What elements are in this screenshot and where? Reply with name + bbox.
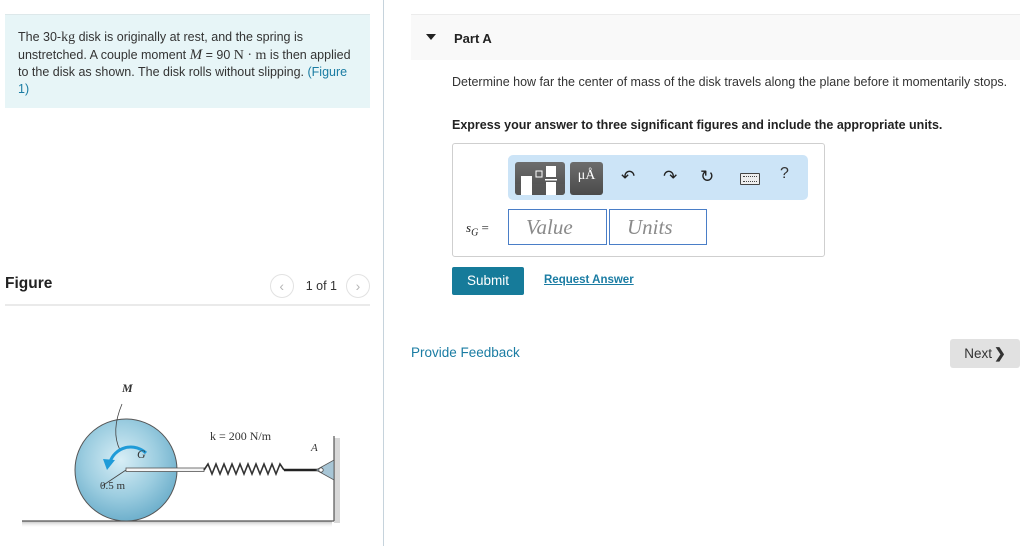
chevron-left-icon: ‹ xyxy=(279,278,285,294)
answer-variable-label: sG = xyxy=(466,220,489,239)
moment-unit: N · m xyxy=(233,47,267,63)
left-panel: The 30-kg disk is originally at rest, an… xyxy=(0,0,383,546)
next-label: Next xyxy=(964,346,993,361)
spring-label: k = 200 N/m xyxy=(210,429,272,443)
panel-divider xyxy=(383,0,384,546)
center-label: G xyxy=(137,447,146,461)
anchor-pin xyxy=(318,467,324,473)
units-input[interactable]: Units xyxy=(609,209,707,245)
chevron-right-icon: ❯ xyxy=(994,345,1006,361)
figure-header: Figure ‹ 1 of 1 › xyxy=(5,272,370,306)
problem-text: The 30- xyxy=(18,30,62,44)
wall-shadow xyxy=(334,438,340,523)
ground-shadow xyxy=(22,521,332,528)
request-answer-link[interactable]: Request Answer xyxy=(544,274,634,286)
problem-text: = 90 xyxy=(202,47,234,62)
next-figure-button[interactable]: › xyxy=(346,274,370,298)
question-text: Determine how far the center of mass of … xyxy=(452,75,1008,89)
instruction-text: Express your answer to three significant… xyxy=(452,118,943,132)
next-button[interactable]: Next ❯ xyxy=(950,339,1020,368)
figure-title: Figure xyxy=(5,275,53,292)
spring-coil xyxy=(203,461,285,477)
radius-label: 0.5 m xyxy=(100,480,126,492)
part-a-header[interactable]: Part A xyxy=(411,14,1020,60)
value-input[interactable]: Value xyxy=(508,209,607,245)
figure-pager: ‹ 1 of 1 › xyxy=(269,274,370,298)
math-toolbar: μÅ ↶ ↷ ↻ ? xyxy=(508,155,808,200)
help-icon[interactable]: ? xyxy=(780,165,789,183)
equals-sign: = xyxy=(478,220,489,235)
mass-unit: kg xyxy=(61,30,76,45)
answer-box: μÅ ↶ ↷ ↻ ? sG = Value Units xyxy=(452,143,825,257)
caret-down-icon[interactable] xyxy=(426,34,436,40)
chevron-right-icon: › xyxy=(355,278,361,294)
pager-text: 1 of 1 xyxy=(305,279,337,293)
submit-button[interactable]: Submit xyxy=(452,267,524,295)
problem-statement: The 30-kg disk is originally at rest, an… xyxy=(5,14,370,108)
part-a-title: Part A xyxy=(454,31,492,46)
redo-icon[interactable]: ↷ xyxy=(663,167,677,187)
moment-symbol: M xyxy=(189,46,203,63)
provide-feedback-link[interactable]: Provide Feedback xyxy=(411,345,520,360)
reset-icon[interactable]: ↻ xyxy=(700,167,714,187)
undo-icon[interactable]: ↶ xyxy=(621,167,635,187)
prev-figure-button[interactable]: ‹ xyxy=(269,274,294,298)
templates-icon xyxy=(515,166,565,195)
anchor-label: A xyxy=(310,442,318,454)
moment-label: M xyxy=(121,381,133,395)
figure-diagram: M G 0.5 m k = 200 N/m A xyxy=(22,381,340,528)
keyboard-icon[interactable] xyxy=(740,173,760,185)
templates-button[interactable] xyxy=(515,162,565,195)
units-button[interactable]: μÅ xyxy=(570,162,603,195)
spring-rod xyxy=(125,467,205,472)
